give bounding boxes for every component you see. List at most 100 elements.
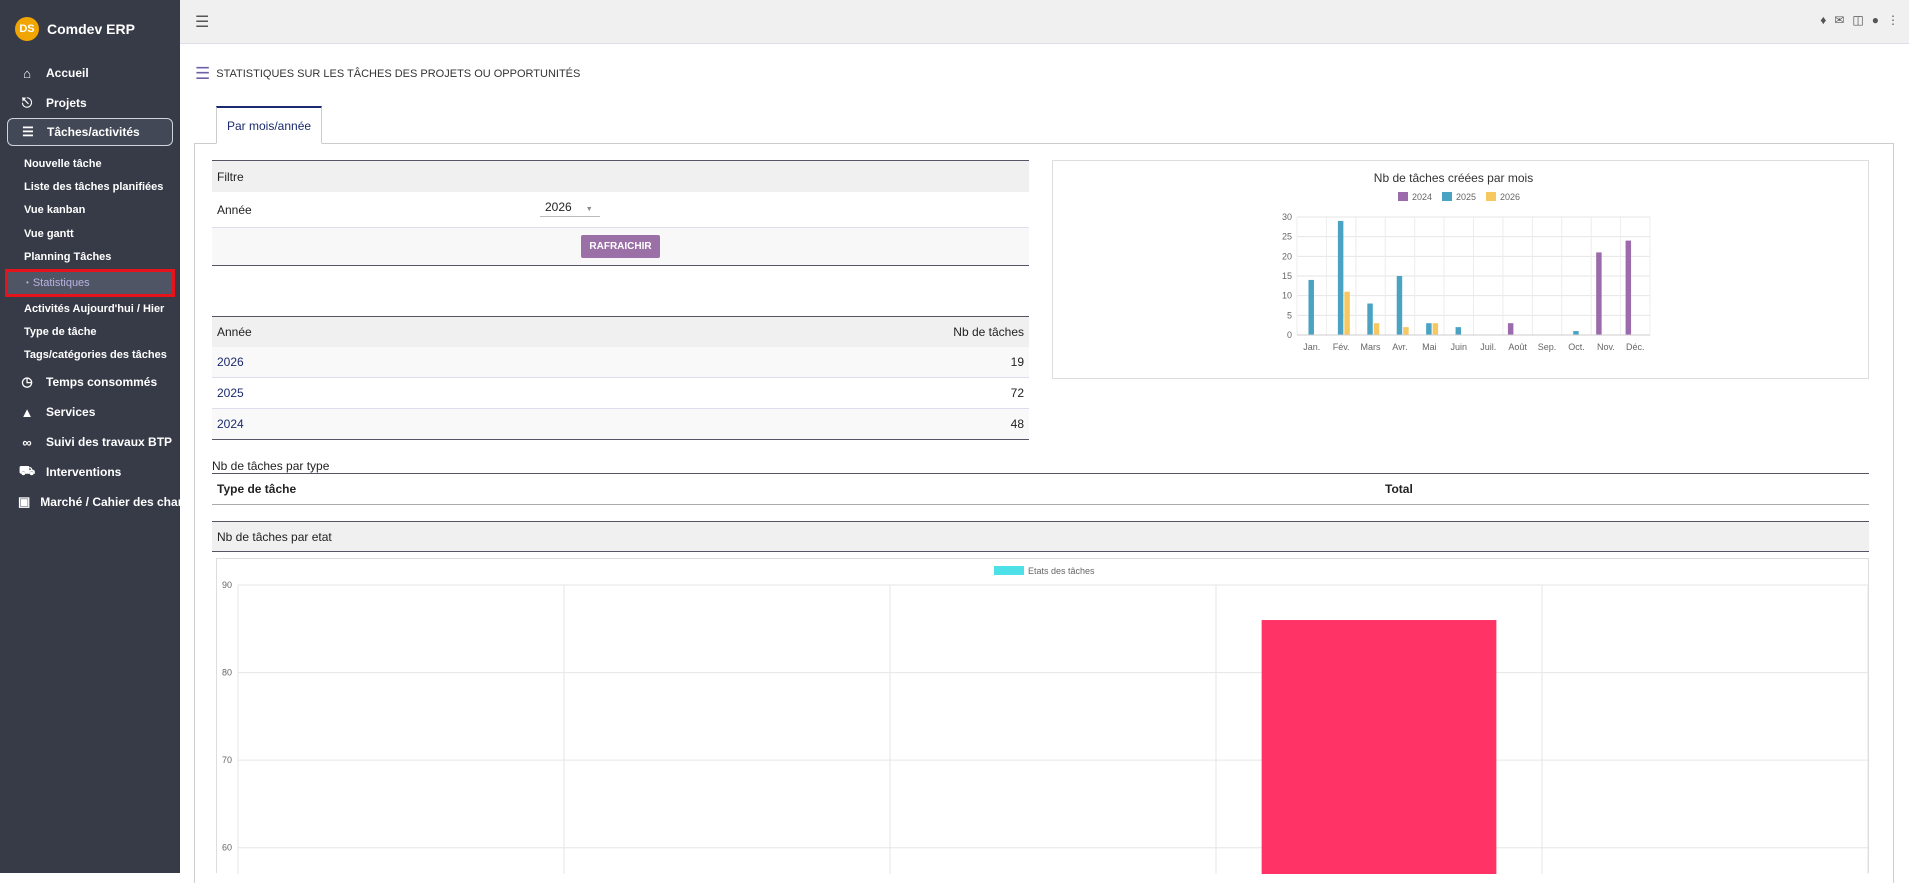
x-tick-label: Mars — [1361, 342, 1381, 352]
refresh-button[interactable]: RAFRAICHIR — [581, 235, 660, 258]
y-tick-label: 80 — [222, 668, 232, 678]
type-table-header: Type de tâche Total — [212, 473, 1869, 505]
sidebar-item-label: Marché / Cahier des charg — [40, 495, 180, 510]
y-tick-label: 60 — [222, 843, 232, 853]
sidebar-subitem-type-tache[interactable]: Type de tâche — [0, 320, 180, 343]
legend-label: Etats des tâches — [1028, 566, 1095, 576]
legend-label: 2026 — [1500, 192, 1520, 202]
x-tick-label: Fév. — [1333, 342, 1350, 352]
brand[interactable]: DS Comdev ERP — [0, 0, 180, 58]
filter-year-label: Année — [217, 202, 252, 217]
etat-chart-box: Etats des tâches 60 70 80 90 — [216, 558, 1869, 874]
sidebar-item-label: Suivi des travaux BTP — [46, 435, 173, 450]
y-tick-label: 15 — [1282, 271, 1292, 281]
count-cell: 72 — [1010, 386, 1024, 400]
bar — [1573, 331, 1579, 335]
table-row: 2025 72 — [212, 378, 1029, 409]
selected-bullet: • — [26, 278, 29, 288]
sidebar-subitem-activites[interactable]: Activités Aujourd'hui / Hier — [0, 297, 180, 320]
x-tick-label: Juil. — [1480, 342, 1496, 352]
sidebar-item-label: Services — [46, 405, 96, 420]
year-link[interactable]: 2025 — [217, 386, 244, 400]
col-type-tache: Type de tâche — [217, 482, 297, 496]
app-title: Comdev ERP — [47, 21, 135, 37]
legend-label: 2024 — [1412, 192, 1432, 202]
sidebar-item-interventions[interactable]: ⛟ Interventions — [0, 457, 180, 487]
more-vert-icon[interactable]: ⋮ — [1887, 13, 1899, 27]
bar — [1373, 323, 1380, 335]
sidebar-item-temps[interactable]: ◷ Temps consommés — [0, 367, 180, 397]
sidebar-item-taches[interactable]: ☰ Tâches/activités — [7, 118, 173, 146]
sidebar-subitem-tags[interactable]: Tags/catégories des tâches — [0, 344, 180, 367]
sidebar-item-marche[interactable]: ▣ Marché / Cahier des charg — [0, 487, 180, 517]
y-tick-label: 30 — [1282, 212, 1292, 222]
chart-title: Nb de tâches créées par mois — [1374, 171, 1533, 185]
page-title-text: STATISTIQUES SUR LES TÂCHES DES PROJETS … — [216, 68, 581, 80]
sidebar-subitem-statistiques[interactable]: • Statistiques — [5, 268, 175, 297]
filter-panel: Filtre Année 2026 ▼ RAFRAICHIR — [212, 160, 1029, 266]
sidebar-item-accueil[interactable]: ⌂ Accueil — [0, 58, 180, 88]
sidebar-item-label: Temps consommés — [46, 375, 158, 390]
clock-icon: ◷ — [21, 374, 33, 390]
x-tick-label: Sep. — [1538, 342, 1557, 352]
topbar-icons: ♦ ✉ ◫ ● ⋮ — [1820, 13, 1899, 27]
col-nb-taches: Nb de tâches — [953, 325, 1024, 339]
bar — [1507, 323, 1514, 335]
sidebar: DS Comdev ERP ⌂ Accueil ⎋ Projets ☰ Tâch… — [0, 0, 180, 873]
tab-par-mois-annee[interactable]: Par mois/année — [216, 106, 323, 144]
type-section-label: Nb de tâches par type — [212, 459, 330, 473]
year-link[interactable]: 2026 — [217, 355, 244, 369]
legend-swatch — [1486, 192, 1496, 201]
sidebar-item-services[interactable]: ▲ Services — [0, 397, 180, 427]
sidebar-subitem-planning[interactable]: Planning Tâches — [0, 246, 180, 269]
filter-button-row: RAFRAICHIR — [212, 228, 1029, 266]
x-tick-label: Oct. — [1568, 342, 1585, 352]
year-select[interactable]: 2026 ▼ — [540, 198, 600, 217]
etat-section-header: Nb de tâches par etat — [212, 521, 1869, 552]
filter-heading: Filtre — [212, 160, 1029, 192]
task-list-icon: ☰ — [22, 124, 34, 139]
legend-swatch — [1442, 192, 1452, 201]
logo-icon: DS — [15, 17, 39, 41]
home-icon: ⌂ — [23, 65, 31, 81]
topbar: ☰ ♦ ✉ ◫ ● ⋮ — [180, 0, 1909, 44]
truck-icon: ⛟ — [18, 463, 36, 479]
sidebar-subitem-label: Statistiques — [32, 276, 90, 289]
sidebar-item-projets[interactable]: ⎋ Projets — [0, 88, 180, 118]
user-avatar-icon[interactable]: ● — [1872, 13, 1879, 27]
bar — [1432, 323, 1439, 335]
y-tick-label: 5 — [1287, 310, 1292, 320]
bar — [1367, 303, 1373, 335]
year-select-value: 2026 — [545, 200, 572, 214]
table-row: 2024 48 — [212, 409, 1029, 440]
chat-icon[interactable]: ✉ — [1834, 13, 1844, 27]
sidebar-item-label: Accueil — [46, 66, 89, 80]
sidebar-subitem-liste-taches[interactable]: Liste des tâches planifiées — [0, 175, 180, 198]
x-tick-label: Déc. — [1626, 342, 1645, 352]
bar — [1261, 620, 1497, 874]
trash-icon[interactable]: ◫ — [1852, 13, 1863, 27]
legend-swatch — [1398, 192, 1408, 201]
y-tick-label: 10 — [1282, 291, 1292, 301]
sidebar-subitem-vue-kanban[interactable]: Vue kanban — [0, 199, 180, 222]
sidebar-item-label: Interventions — [46, 465, 122, 480]
x-tick-label: Août — [1508, 342, 1527, 352]
binoculars-icon: ∞ — [22, 434, 32, 450]
hamburger-icon[interactable]: ☰ — [195, 12, 209, 32]
bar — [1625, 240, 1632, 335]
y-tick-label: 0 — [1287, 330, 1292, 340]
sidebar-subitem-vue-gantt[interactable]: Vue gantt — [0, 222, 180, 245]
year-link[interactable]: 2024 — [217, 417, 244, 431]
project-tree-icon: ⎋ — [21, 95, 33, 110]
table-row: 2026 19 — [212, 347, 1029, 378]
x-tick-label: Avr. — [1392, 342, 1407, 352]
sidebar-subitem-nouvelle-tache[interactable]: Nouvelle tâche — [0, 152, 180, 175]
bell-icon[interactable]: ♦ — [1820, 13, 1826, 27]
service-bell-icon: ▲ — [20, 404, 34, 420]
monthly-chart-box: Nb de tâches créées par mois 2024 2025 2026… — [1052, 160, 1869, 379]
y-tick-label: 25 — [1282, 232, 1292, 242]
bar — [1403, 327, 1409, 335]
legend-swatch — [994, 566, 1024, 575]
legend-label: 2025 — [1456, 192, 1476, 202]
sidebar-item-suivi-btp[interactable]: ∞ Suivi des travaux BTP — [0, 427, 180, 457]
